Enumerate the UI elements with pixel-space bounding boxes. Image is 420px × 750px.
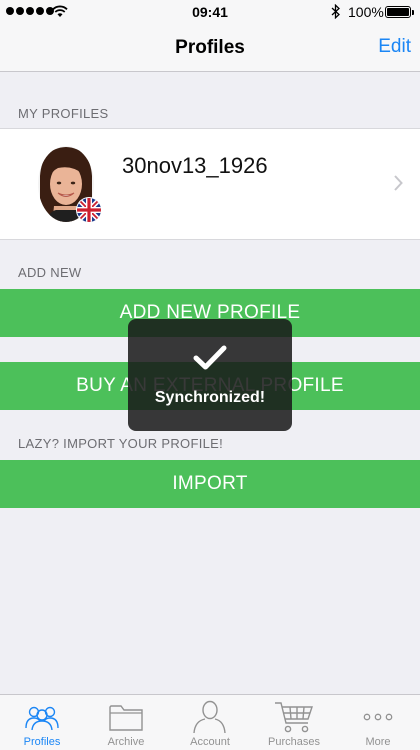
tab-label: Archive — [107, 736, 145, 748]
tab-label: Account — [190, 736, 230, 748]
bluetooth-icon — [331, 4, 340, 19]
page-title: Profiles — [175, 37, 245, 58]
section-header-my-profiles: MY PROFILES — [18, 106, 109, 121]
tab-more[interactable]: More — [336, 695, 420, 750]
tab-label: More — [365, 736, 391, 748]
tab-account[interactable]: Account — [168, 695, 252, 750]
status-bar: 09:41 100% — [0, 0, 420, 24]
tab-label: Profiles — [23, 736, 61, 748]
section-header-add-new: ADD NEW — [18, 265, 82, 280]
avatar — [36, 146, 102, 224]
more-icon — [363, 713, 393, 721]
navigation-bar: Profiles Edit — [0, 24, 420, 72]
profile-list-item[interactable]: 30nov13_1926 — [0, 128, 420, 240]
profile-name: 30nov13_1926 — [122, 153, 268, 178]
person-icon — [193, 700, 226, 734]
tab-profiles[interactable]: Profiles — [0, 695, 84, 750]
checkmark-icon — [193, 345, 227, 370]
profiles-icon — [25, 706, 59, 730]
import-button[interactable]: IMPORT — [0, 460, 420, 508]
toast-message: Synchronized! — [154, 389, 266, 406]
battery-icon — [385, 6, 414, 18]
tab-label: Purchases — [268, 736, 320, 748]
cart-icon — [275, 702, 313, 733]
tab-purchases[interactable]: Purchases — [252, 695, 336, 750]
section-header-import: LAZY? IMPORT YOUR PROFILE! — [18, 436, 224, 451]
chevron-right-icon — [394, 175, 403, 191]
tab-bar: Profiles Archive Account Purchases More — [0, 694, 420, 750]
battery-percentage: 100% — [348, 4, 384, 20]
folder-icon — [109, 705, 143, 731]
uk-flag-icon — [76, 197, 102, 223]
synchronized-toast: Synchronized! — [128, 319, 292, 431]
tab-archive[interactable]: Archive — [84, 695, 168, 750]
edit-button[interactable]: Edit — [378, 36, 411, 58]
